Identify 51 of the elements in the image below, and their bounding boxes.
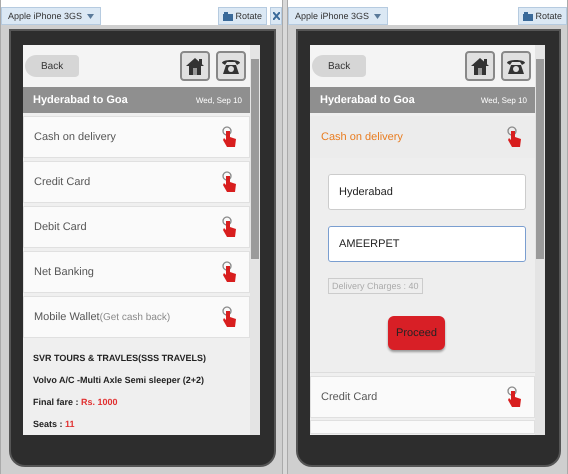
rotate-button[interactable]: Rotate (218, 7, 267, 25)
operator-name: SVR TOURS & TRAVLES(SSS TRAVELS) (33, 353, 208, 363)
date-label: Wed, Sep 10 (196, 96, 242, 104)
device-dropdown[interactable]: Apple iPhone 3GS (288, 7, 388, 25)
folder-icon (223, 12, 234, 20)
close-icon (272, 12, 280, 20)
tap-hand-icon (506, 126, 522, 148)
rotate-button[interactable]: Rotate (518, 7, 567, 25)
phone-button[interactable] (501, 51, 531, 81)
route-title: Hyderabad to Goa (320, 94, 415, 106)
home-button[interactable] (465, 51, 495, 81)
seats-count: Seats : 11 (33, 419, 76, 429)
tap-hand-icon (221, 171, 237, 193)
option-label: Credit Card (34, 176, 90, 188)
back-button[interactable]: Back (25, 55, 80, 77)
option-label: Net Banking (34, 266, 94, 278)
tap-hand-icon (221, 126, 237, 148)
city-field[interactable]: Hyderabad (328, 174, 526, 210)
home-button[interactable] (180, 51, 210, 81)
caret-icon (86, 14, 94, 20)
tap-hand-icon (221, 306, 237, 328)
tap-hand-icon (506, 386, 522, 408)
route-title: Hyderabad to Goa (33, 94, 128, 106)
bus-type: Volvo A/C -Multi Axle Semi sleeper (2+2) (33, 375, 205, 385)
payment-option[interactable]: Cash on delivery (23, 116, 250, 158)
option-label: Credit Card (321, 391, 378, 403)
device-dropdown[interactable]: Apple iPhone 3GS (1, 7, 101, 25)
phone-button[interactable] (216, 51, 246, 81)
house-icon (184, 55, 206, 77)
caret-icon (374, 14, 381, 20)
tap-hand-icon (221, 261, 237, 283)
payment-option[interactable]: Credit Card (310, 376, 535, 418)
option-label: Cash on delivery (34, 131, 116, 143)
delivery-charges-field: Delivery Charges : 40 (328, 278, 423, 294)
option-label: Debit Card (34, 221, 87, 233)
payment-option[interactable]: Net Banking (23, 251, 250, 293)
house-icon (469, 55, 491, 77)
scrollbar[interactable] (250, 45, 260, 435)
close-button[interactable] (270, 7, 282, 25)
area-field[interactable]: AMEERPET (328, 226, 526, 262)
payment-option[interactable]: Debit Card (23, 206, 250, 248)
back-button[interactable]: Back (312, 55, 366, 77)
payment-option[interactable]: Mobile Wallet(Get cash back) (23, 296, 250, 338)
option-label: Mobile Wallet(Get cash back) (34, 311, 170, 323)
date-label: Wed, Sep 10 (480, 96, 527, 104)
folder-icon (523, 12, 534, 20)
final-fare: Final fare : Rs. 1000 (33, 397, 119, 407)
scrollbar[interactable] (535, 45, 545, 435)
payment-option[interactable]: Credit Card (23, 161, 250, 203)
option-label: Cash on delivery (321, 131, 403, 143)
tap-hand-icon (221, 216, 237, 238)
